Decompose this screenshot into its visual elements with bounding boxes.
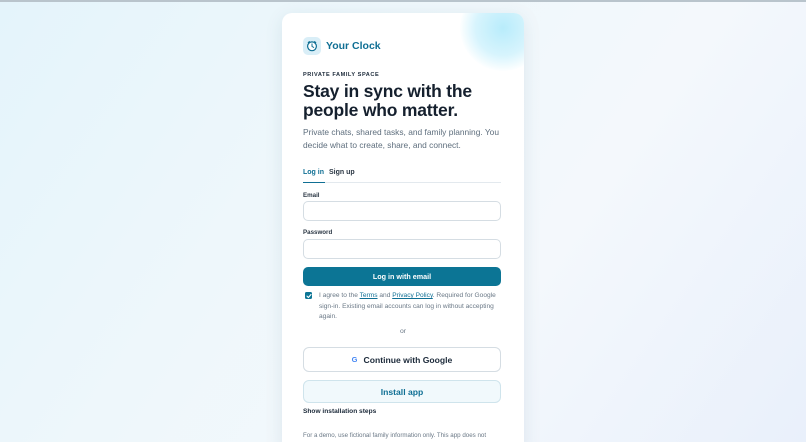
google-icon: G xyxy=(351,355,358,364)
top-border xyxy=(0,0,806,2)
terms-link[interactable]: Terms xyxy=(360,292,378,299)
tab-log-in[interactable]: Log in xyxy=(303,169,324,176)
tab-sign-up[interactable]: Sign up xyxy=(329,169,355,176)
clock-icon xyxy=(303,37,321,55)
or-divider: or xyxy=(399,328,407,335)
decorative-glow xyxy=(460,13,524,71)
active-tab-indicator xyxy=(303,181,325,183)
privacy-policy-link[interactable]: Privacy Policy xyxy=(392,292,433,299)
install-app-button[interactable]: Install app xyxy=(303,380,501,403)
email-label: Email xyxy=(303,192,320,199)
brand: Your Clock xyxy=(303,37,381,55)
brand-name: Your Clock xyxy=(326,40,381,52)
consent-middle: and xyxy=(377,292,393,299)
page-subtitle: Private chats, shared tasks, and family … xyxy=(303,127,499,150)
consent-text: I agree to the Terms and Privacy Policy.… xyxy=(319,291,503,323)
consent-prefix: I agree to the xyxy=(319,292,360,299)
page-title: Stay in sync with the people who matter. xyxy=(303,81,472,120)
auth-tabs: Log in Sign up xyxy=(303,169,501,183)
continue-with-google-button[interactable]: G Continue with Google xyxy=(303,347,501,372)
google-button-label: Continue with Google xyxy=(363,354,453,365)
checkmark-icon xyxy=(305,293,312,298)
eyebrow-label: PRIVATE FAMILY SPACE xyxy=(303,72,380,78)
show-installation-steps-toggle[interactable]: Show installation steps xyxy=(303,408,376,415)
password-field[interactable] xyxy=(303,239,501,259)
password-label: Password xyxy=(303,229,333,236)
consent-checkbox[interactable] xyxy=(305,292,312,299)
auth-card: Your Clock PRIVATE FAMILY SPACE Stay in … xyxy=(282,13,524,442)
log-in-with-email-button[interactable]: Log in with email xyxy=(303,267,501,286)
email-field[interactable] xyxy=(303,201,501,221)
demo-disclaimer: For a demo, use fictional family informa… xyxy=(303,432,487,439)
